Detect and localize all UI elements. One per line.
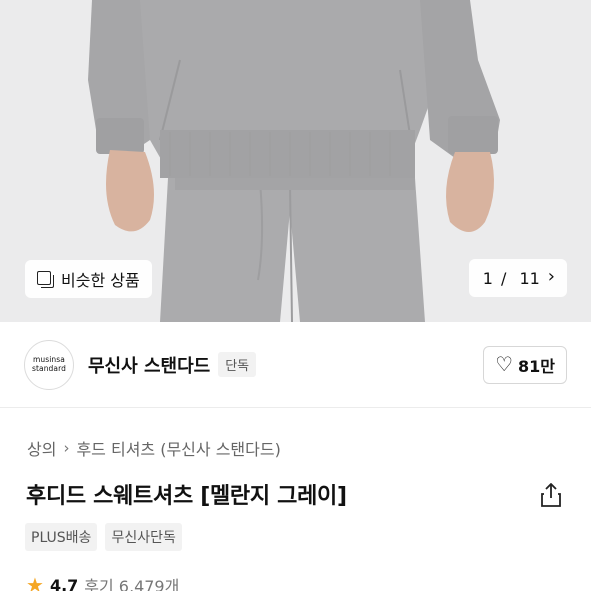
breadcrumb: 상의 › 후드 티셔츠 (무신사 스탠다드) [27,436,281,460]
duplicate-icon [36,270,54,288]
breadcrumb-item-category[interactable]: 상의 [27,436,56,460]
heart-outline-icon: ♡ [495,352,513,376]
review-count-link[interactable]: 후기 6,479개 [84,573,179,591]
breadcrumb-item-subcategory[interactable]: 후드 티셔츠 (무신사 스탠다드) [76,436,280,460]
chevron-right-icon: › [63,439,70,457]
like-count: 81만 [518,357,555,376]
brand-logo[interactable]: musinsa standard [24,339,74,390]
chevron-right-icon[interactable]: › [548,268,555,286]
brand-logo-line2: standard [31,363,67,373]
similar-products-button[interactable]: 비슷한 상품 [25,260,152,298]
brand-row: musinsa standard 무신사 스탠다드 단독 ♡ 81만 [0,322,591,408]
share-icon[interactable] [539,482,563,508]
similar-products-label: 비슷한 상품 [61,271,140,290]
pager-separator: / [500,268,512,288]
star-icon: ★ [26,573,44,591]
plus-delivery-chip: PLUS배송 [25,523,98,551]
pager-current: 1 [482,268,493,288]
pager-total: 11 [519,268,540,288]
like-button[interactable]: ♡ 81만 [483,346,567,384]
product-title: 후디드 스웨트셔츠 [멜란지 그레이] [26,484,347,509]
brand-name[interactable]: 무신사 스탠다드 [88,352,210,378]
musinsa-exclusive-chip: 무신사단독 [105,523,182,551]
product-image[interactable]: 비슷한 상품 1 / 11 › [0,0,591,322]
rating-row[interactable]: ★ 4.7 후기 6,479개 [26,573,179,591]
image-pager[interactable]: 1 / 11 › [468,259,567,297]
exclusive-badge: 단독 [218,352,257,377]
rating-score: 4.7 [49,575,79,591]
product-chips: PLUS배송 무신사단독 [25,523,182,551]
